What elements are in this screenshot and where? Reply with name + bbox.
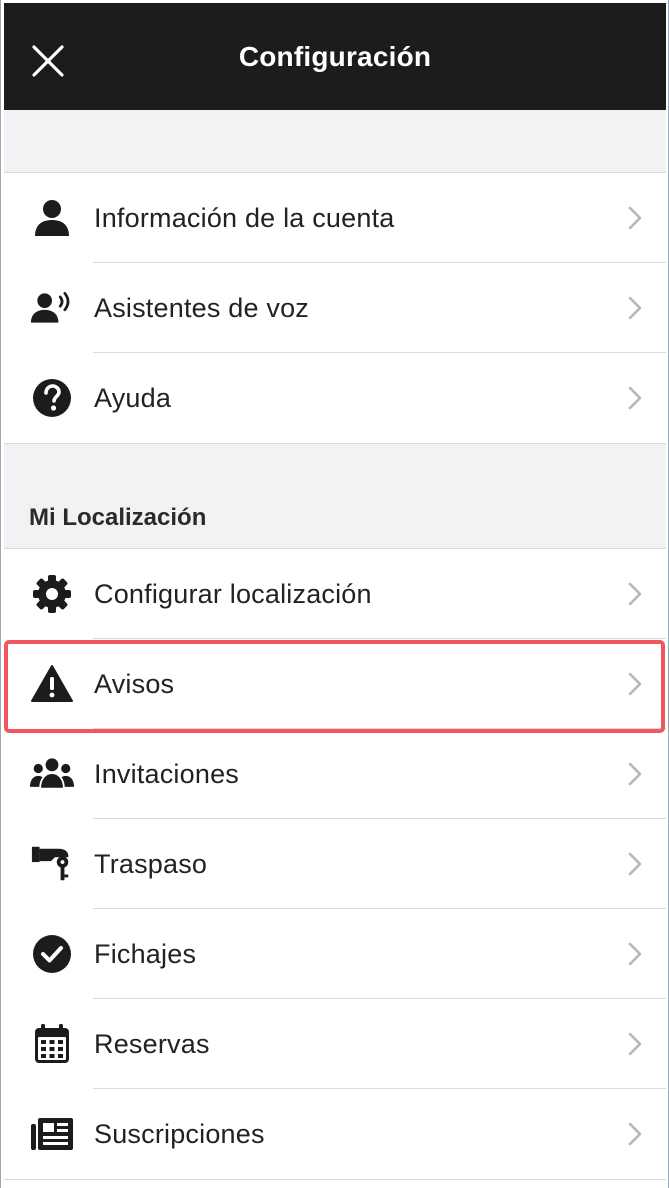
menu-item-label: Información de la cuenta	[94, 202, 395, 233]
menu-item-configure-location[interactable]: Configurar localización	[4, 549, 666, 639]
menu-item-help[interactable]: Ayuda	[4, 353, 666, 443]
chevron-right-icon	[626, 1120, 644, 1148]
check-circle-icon	[30, 932, 74, 976]
menu-item-label: Reservas	[94, 1028, 210, 1059]
section-spacer	[4, 110, 666, 172]
menu-item-voice-assistants[interactable]: Asistentes de voz	[4, 263, 666, 353]
newspaper-icon	[30, 1112, 74, 1156]
page-title: Configuración	[238, 40, 432, 72]
warning-icon	[30, 662, 74, 706]
chevron-right-icon	[626, 294, 644, 322]
menu-item-label: Avisos	[94, 668, 175, 699]
menu-item-label: Configurar localización	[94, 578, 372, 609]
menu-item-account-info[interactable]: Información de la cuenta	[4, 173, 666, 263]
account-settings-list: Información de la cuenta Asistentes de v…	[4, 172, 666, 444]
key-handover-icon	[30, 842, 74, 886]
chevron-right-icon	[626, 940, 644, 968]
location-settings-list: Configurar localización Avisos Invitacio…	[4, 548, 666, 1180]
chevron-right-icon	[626, 1030, 644, 1058]
close-icon	[32, 45, 64, 77]
chevron-right-icon	[626, 580, 644, 608]
section-title: Mi Localización	[29, 504, 207, 531]
group-icon	[30, 752, 74, 796]
menu-item-transfer[interactable]: Traspaso	[4, 819, 666, 909]
chevron-right-icon	[626, 204, 644, 232]
chevron-right-icon	[626, 850, 644, 878]
menu-item-subscriptions[interactable]: Suscripciones	[4, 1089, 666, 1179]
menu-item-label: Suscripciones	[94, 1118, 265, 1149]
screen: Configuración Información de la cuenta A…	[0, 0, 669, 1188]
person-icon	[30, 196, 74, 240]
close-button[interactable]	[22, 35, 74, 87]
chevron-right-icon	[626, 670, 644, 698]
help-icon	[30, 376, 74, 420]
top-nav-bar: Configuración	[4, 3, 666, 110]
menu-item-invitations[interactable]: Invitaciones	[4, 729, 666, 819]
chevron-right-icon	[626, 384, 644, 412]
menu-item-label: Asistentes de voz	[94, 292, 310, 323]
menu-item-bookings[interactable]: Reservas	[4, 999, 666, 1089]
menu-item-alerts[interactable]: Avisos	[4, 639, 666, 729]
chevron-right-icon	[626, 760, 644, 788]
calendar-icon	[30, 1022, 74, 1066]
menu-item-label: Ayuda	[94, 382, 172, 413]
menu-item-label: Traspaso	[94, 848, 208, 879]
menu-item-label: Fichajes	[94, 938, 197, 969]
gear-icon	[30, 572, 74, 616]
section-header-my-location: Mi Localización	[4, 444, 666, 548]
menu-item-time-tracking[interactable]: Fichajes	[4, 909, 666, 999]
voice-assistant-icon	[30, 286, 74, 330]
menu-item-label: Invitaciones	[94, 758, 239, 789]
